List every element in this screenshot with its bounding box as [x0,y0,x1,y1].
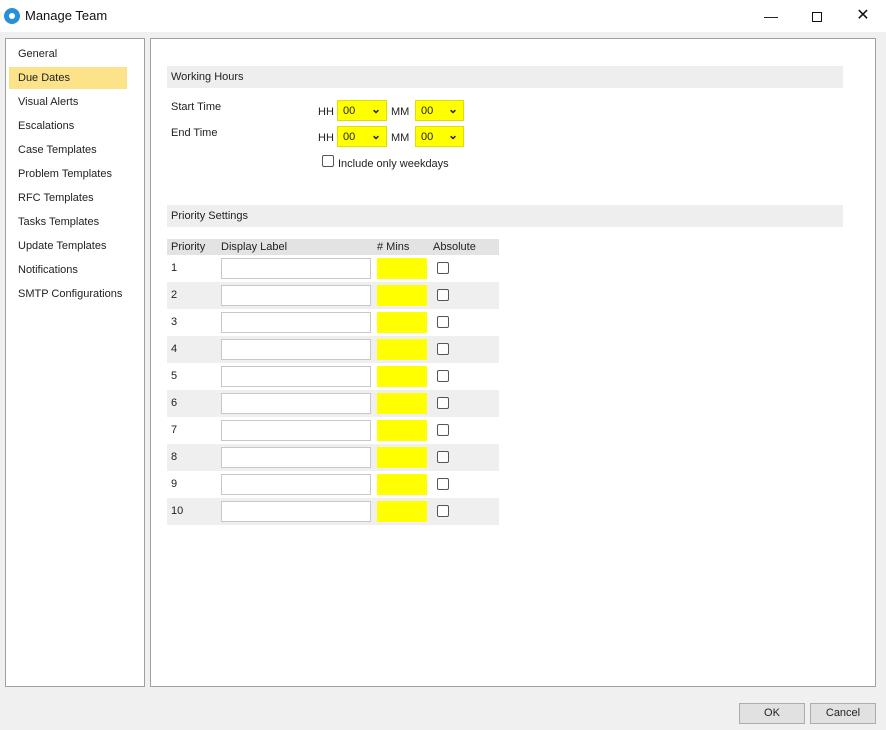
mins-input[interactable] [377,447,427,468]
table-row: 1 [167,255,499,282]
display-label-input[interactable] [221,258,371,279]
display-label-input[interactable] [221,501,371,522]
close-button[interactable]: ✕ [840,0,886,32]
col-priority: Priority [171,241,206,253]
sidebar-item-problem-templates[interactable]: Problem Templates [9,163,127,185]
sidebar-item-notifications[interactable]: Notifications [9,259,127,281]
include-weekdays-label: Include only weekdays [338,158,449,170]
priority-number: 8 [171,451,178,463]
sidebar-item-case-templates[interactable]: Case Templates [9,139,127,161]
mins-input[interactable] [377,474,427,495]
priority-table-header: Priority Display Label # Mins Absolute [167,239,499,255]
priority-number: 1 [171,262,178,274]
end-mm-value: 00 [421,131,434,143]
absolute-checkbox[interactable] [437,478,449,490]
start-time-label: Start Time [171,101,222,113]
app-logo-icon [4,8,20,24]
absolute-checkbox[interactable] [437,370,449,382]
start-hh-value: 00 [343,105,356,117]
start-hh-label: HH [318,106,334,118]
start-mm-select[interactable]: 00 ⌄ [415,100,464,121]
end-mm-label: MM [391,132,410,144]
sidebar-item-visual-alerts[interactable]: Visual Alerts [9,91,127,113]
mins-input[interactable] [377,258,427,279]
display-label-input[interactable] [221,447,371,468]
maximize-button[interactable] [794,0,840,32]
start-hh-select[interactable]: 00 ⌄ [337,100,387,121]
window-title: Manage Team [25,8,108,23]
minimize-button[interactable]: — [748,0,794,32]
sidebar-item-general[interactable]: General [9,43,127,65]
table-row: 5 [167,363,499,390]
absolute-checkbox[interactable] [437,289,449,301]
include-weekdays-checkbox[interactable] [322,155,334,167]
absolute-checkbox[interactable] [437,316,449,328]
cancel-button[interactable]: Cancel [810,703,876,724]
priority-number: 3 [171,316,178,328]
display-label-input[interactable] [221,312,371,333]
main-panel: Working Hours Start Time HH 00 ⌄ MM 00 ⌄… [150,38,876,687]
priority-number: 2 [171,289,178,301]
table-row: 2 [167,282,499,309]
priority-number: 6 [171,397,178,409]
mins-input[interactable] [377,366,427,387]
start-mm-value: 00 [421,105,434,117]
table-row: 3 [167,309,499,336]
priority-number: 5 [171,370,178,382]
table-row: 9 [167,471,499,498]
ok-button[interactable]: OK [739,703,805,724]
end-mm-select[interactable]: 00 ⌄ [415,126,464,147]
end-hh-label: HH [318,132,334,144]
sidebar-item-due-dates[interactable]: Due Dates [9,67,127,89]
absolute-checkbox[interactable] [437,424,449,436]
absolute-checkbox[interactable] [437,505,449,517]
priority-settings-header: Priority Settings [167,205,843,227]
table-row: 10 [167,498,499,525]
sidebar-item-tasks-templates[interactable]: Tasks Templates [9,211,127,233]
sidebar-item-rfc-templates[interactable]: RFC Templates [9,187,127,209]
display-label-input[interactable] [221,420,371,441]
sidebar-item-update-templates[interactable]: Update Templates [9,235,127,257]
display-label-input[interactable] [221,393,371,414]
chevron-down-icon: ⌄ [370,102,381,116]
table-row: 4 [167,336,499,363]
priority-number: 4 [171,343,178,355]
col-display-label: Display Label [221,241,288,253]
mins-input[interactable] [377,339,427,360]
mins-input[interactable] [377,501,427,522]
table-row: 8 [167,444,499,471]
chevron-down-icon: ⌄ [370,128,381,142]
absolute-checkbox[interactable] [437,397,449,409]
maximize-icon [812,12,822,23]
mins-input[interactable] [377,285,427,306]
col-mins: # Mins [377,241,410,253]
priority-number: 10 [171,505,184,517]
display-label-input[interactable] [221,285,371,306]
display-label-input[interactable] [221,366,371,387]
col-absolute: Absolute [433,241,476,253]
display-label-input[interactable] [221,474,371,495]
title-bar: Manage Team — ✕ [0,0,886,32]
absolute-checkbox[interactable] [437,343,449,355]
chevron-down-icon: ⌄ [447,102,458,116]
working-hours-header: Working Hours [167,66,843,88]
chevron-down-icon: ⌄ [447,128,458,142]
end-hh-value: 00 [343,131,356,143]
priority-number: 9 [171,478,178,490]
priority-number: 7 [171,424,178,436]
end-time-label: End Time [171,127,218,139]
display-label-input[interactable] [221,339,371,360]
end-hh-select[interactable]: 00 ⌄ [337,126,387,147]
sidebar-nav: General Due Dates Visual Alerts Escalati… [5,38,145,687]
table-row: 7 [167,417,499,444]
sidebar-item-escalations[interactable]: Escalations [9,115,127,137]
start-mm-label: MM [391,106,410,118]
sidebar-item-smtp-configurations[interactable]: SMTP Configurations [9,283,127,305]
mins-input[interactable] [377,312,427,333]
mins-input[interactable] [377,393,427,414]
absolute-checkbox[interactable] [437,262,449,274]
absolute-checkbox[interactable] [437,451,449,463]
mins-input[interactable] [377,420,427,441]
table-row: 6 [167,390,499,417]
